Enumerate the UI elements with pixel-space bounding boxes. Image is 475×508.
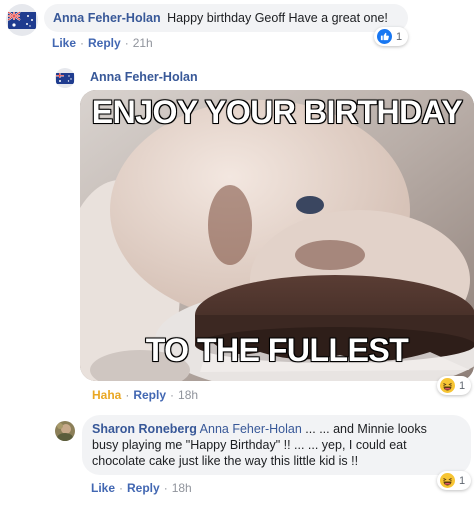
comment-text: Happy birthday Geoff Have a great one!: [167, 11, 388, 25]
comment-text-line3: chocolate cake just like the way this li…: [92, 454, 359, 468]
comment-actions-3: Like · Reply · 18h: [91, 481, 192, 495]
comment-author[interactable]: Anna Feher-Holan: [90, 70, 198, 84]
separator: ·: [163, 481, 168, 495]
separator: ·: [80, 36, 85, 50]
reaction-count: 1: [459, 474, 466, 487]
reaction-badge-3[interactable]: 1: [437, 471, 472, 490]
comment-actions-1: Like · Reply · 21h: [52, 36, 153, 50]
reaction-count: 1: [459, 379, 466, 392]
comment-actions-2: Haha · Reply · 18h: [92, 388, 198, 402]
comment-author[interactable]: Sharon Roneberg: [92, 422, 197, 436]
comment-bubble-1: Anna Feher-Holan Happy birthday Geoff Ha…: [44, 4, 408, 32]
comment-author[interactable]: Anna Feher-Holan: [53, 11, 161, 25]
haha-icon: [440, 473, 455, 488]
mention-link[interactable]: Anna Feher-Holan: [200, 422, 302, 436]
separator: ·: [125, 388, 130, 402]
reply-link[interactable]: Reply: [127, 481, 160, 495]
comment-text-line2: busy playing me "Happy Birthday" !! ... …: [92, 438, 407, 452]
meme-top-text: ENJOY YOUR BIRTHDAY: [91, 93, 464, 131]
like-link[interactable]: Like: [91, 481, 115, 495]
reply-link[interactable]: Reply: [88, 36, 121, 50]
like-icon: [377, 29, 392, 44]
haha-icon: [440, 378, 455, 393]
haha-link[interactable]: Haha: [92, 388, 121, 402]
separator: ·: [124, 36, 129, 50]
australia-flag-icon: [56, 73, 74, 84]
timestamp[interactable]: 18h: [178, 388, 198, 402]
reply-link[interactable]: Reply: [133, 388, 166, 402]
like-link[interactable]: Like: [52, 36, 76, 50]
timestamp[interactable]: 18h: [172, 481, 192, 495]
reaction-badge-1[interactable]: 1: [374, 27, 409, 46]
avatar-anna-small[interactable]: [55, 68, 75, 88]
avatar-anna[interactable]: [6, 4, 38, 36]
profile-photo-icon: [55, 421, 75, 441]
reaction-count: 1: [396, 30, 403, 43]
comment-bubble-3: Sharon Roneberg Anna Feher-Holan ... ...…: [82, 415, 471, 475]
separator: ·: [119, 481, 124, 495]
separator: ·: [170, 388, 175, 402]
timestamp[interactable]: 21h: [133, 36, 153, 50]
comment-text-line1: ... ... and Minnie looks: [301, 422, 427, 436]
reaction-badge-2[interactable]: 1: [437, 376, 472, 395]
australia-flag-icon: [7, 11, 36, 29]
meme-bottom-text: TO THE FULLEST: [145, 331, 410, 369]
avatar-sharon[interactable]: [55, 421, 75, 441]
meme-image[interactable]: ENJOY YOUR BIRTHDAY TO THE FULLEST: [80, 90, 474, 381]
